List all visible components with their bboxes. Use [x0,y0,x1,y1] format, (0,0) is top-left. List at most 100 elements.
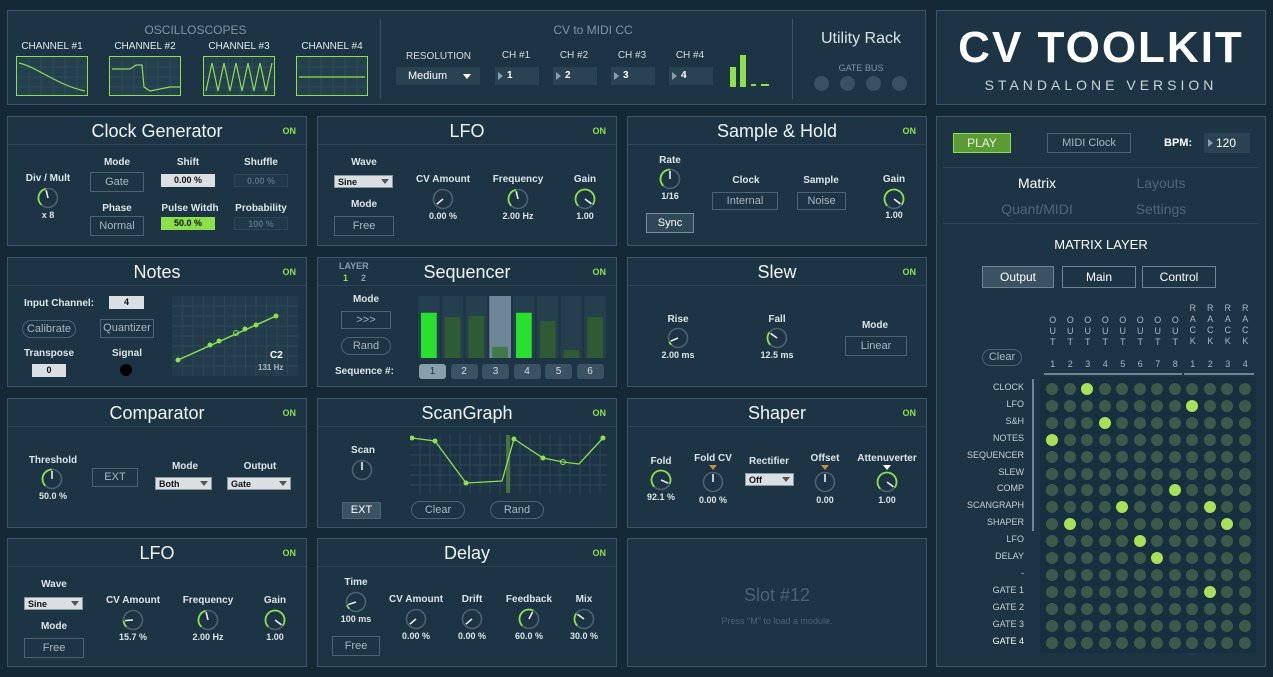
matrix-node[interactable] [1151,416,1163,429]
matrix-node[interactable] [1151,619,1163,632]
matrix-node[interactable] [1116,568,1128,581]
matrix-node[interactable] [1046,552,1058,564]
tab-quant-midi[interactable]: Quant/MIDI [987,201,1087,217]
matrix-node[interactable] [1168,636,1181,649]
matrix-node[interactable] [1063,552,1076,564]
matrix-node[interactable] [1098,518,1111,531]
matrix-node-active[interactable] [1186,399,1198,412]
matrix-node[interactable] [1168,602,1181,615]
mode-select[interactable]: Both [155,477,212,490]
matrix-node[interactable] [1151,636,1163,649]
matrix-node[interactable] [1046,450,1058,463]
matrix-node-active[interactable] [1098,416,1111,429]
sequence-number-button[interactable]: 5 [545,364,572,379]
tab-layouts[interactable]: Layouts [1121,175,1201,191]
matrix-node[interactable] [1238,535,1251,548]
matrix-node[interactable] [1238,433,1251,446]
matrix-node[interactable] [1221,602,1233,615]
layer-2-tab[interactable]: 2 [361,273,366,283]
matrix-node[interactable] [1063,535,1076,548]
feedback-knob[interactable] [518,608,540,630]
matrix-node[interactable] [1098,467,1111,480]
sync-button[interactable]: Sync [646,213,694,233]
rise-knob[interactable] [667,327,689,349]
matrix-node[interactable] [1151,399,1163,412]
matrix-node[interactable] [1221,450,1233,463]
matrix-node[interactable] [1063,433,1076,446]
matrix-node[interactable] [1133,416,1146,429]
phase-field[interactable]: Normal [90,216,144,236]
matrix-node[interactable] [1238,450,1251,463]
matrix-node[interactable] [1203,619,1216,632]
matrix-node[interactable] [1133,602,1146,615]
matrix-node[interactable] [1151,450,1163,463]
matrix-node[interactable] [1168,619,1181,632]
tab-matrix[interactable]: Matrix [997,175,1077,191]
matrix-node-active[interactable] [1081,383,1093,395]
matrix-node[interactable] [1203,450,1216,463]
matrix-node-active[interactable] [1046,433,1058,446]
matrix-node[interactable] [1168,450,1181,463]
on-toggle[interactable]: ON [903,126,917,136]
div-mult-knob[interactable] [37,187,59,209]
matrix-node[interactable] [1081,535,1093,548]
matrix-node[interactable] [1063,636,1076,649]
matrix-node[interactable] [1046,535,1058,548]
matrix-node[interactable] [1203,383,1216,395]
threshold-knob[interactable] [41,468,63,490]
cv-channel-select[interactable]: 2 [553,67,597,85]
fall-knob[interactable] [766,327,788,349]
scangraph-plot[interactable] [410,435,607,493]
cv-amount-knob[interactable] [432,188,454,210]
matrix-tab-control[interactable]: Control [1142,266,1216,288]
matrix-node[interactable] [1221,467,1233,480]
matrix-node[interactable] [1168,383,1181,395]
matrix-node[interactable] [1046,585,1058,598]
matrix-node-active[interactable] [1151,552,1163,564]
matrix-node[interactable] [1081,585,1093,598]
matrix-node[interactable] [1133,433,1146,446]
matrix-node[interactable] [1221,619,1233,632]
matrix-node[interactable] [1081,636,1093,649]
matrix-node[interactable] [1133,518,1146,531]
matrix-node[interactable] [1186,383,1198,395]
pulse-width-field[interactable]: 50.0 % [161,217,215,230]
clock-field[interactable]: Internal [712,192,778,210]
rand-button[interactable]: Rand [490,501,544,519]
bpm-field[interactable]: 120 [1204,133,1250,153]
matrix-node[interactable] [1046,568,1058,581]
sequence-number-button[interactable]: 6 [576,364,604,379]
on-toggle[interactable]: ON [283,548,297,558]
matrix-node[interactable] [1081,433,1093,446]
rate-knob[interactable] [659,168,681,190]
matrix-node[interactable] [1168,467,1181,480]
matrix-node[interactable] [1098,433,1111,446]
matrix-node[interactable] [1221,383,1233,395]
fold-cv-knob[interactable] [702,471,724,493]
shift-field[interactable]: 0.00 % [161,174,215,187]
matrix-node[interactable] [1063,568,1076,581]
offset-knob[interactable] [814,471,836,493]
matrix-node[interactable] [1046,383,1058,395]
matrix-node[interactable] [1098,484,1111,497]
cv-channel-select[interactable]: 4 [669,67,713,85]
matrix-node[interactable] [1186,619,1198,632]
mode-field[interactable]: Free [334,216,394,236]
time-knob[interactable] [345,591,367,613]
matrix-node[interactable] [1151,535,1163,548]
matrix-node[interactable] [1186,602,1198,615]
matrix-node[interactable] [1098,399,1111,412]
matrix-node-active[interactable] [1203,585,1216,598]
midi-clock-button[interactable]: MIDI Clock [1047,133,1131,153]
gain-knob[interactable] [883,188,905,210]
matrix-node[interactable] [1186,585,1198,598]
matrix-node-active[interactable] [1168,484,1181,497]
cv-channel-select[interactable]: 1 [495,67,539,85]
matrix-node[interactable] [1063,450,1076,463]
matrix-node[interactable] [1186,552,1198,564]
matrix-node[interactable] [1203,484,1216,497]
matrix-node[interactable] [1098,552,1111,564]
on-toggle[interactable]: ON [283,267,297,277]
matrix-node[interactable] [1238,619,1251,632]
matrix-node[interactable] [1063,619,1076,632]
